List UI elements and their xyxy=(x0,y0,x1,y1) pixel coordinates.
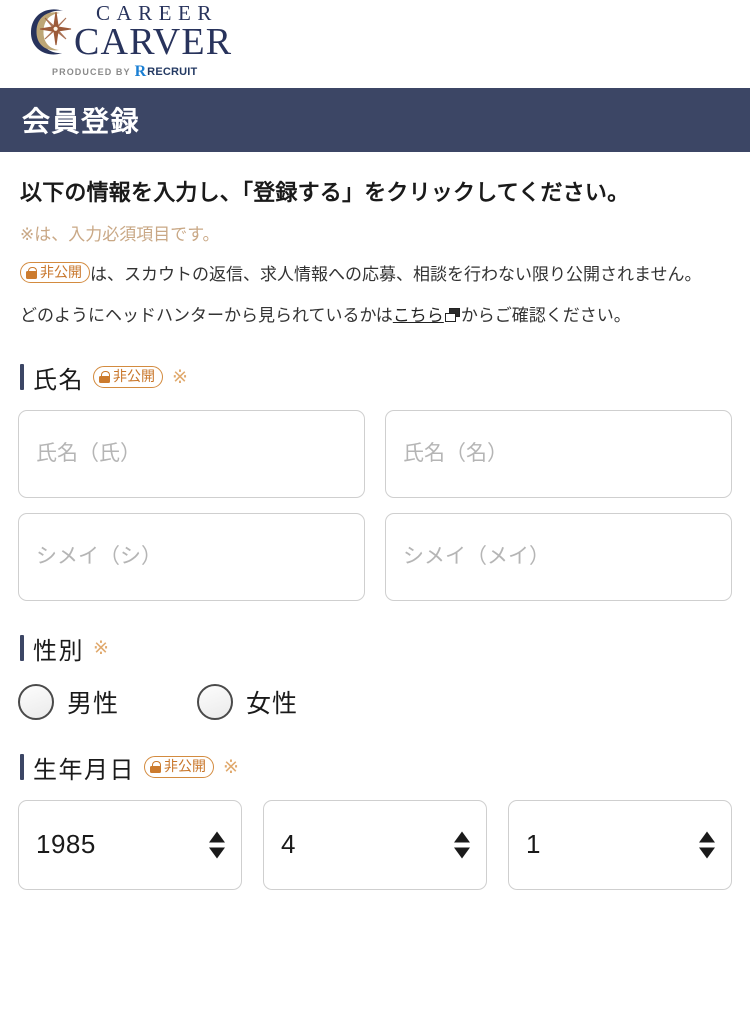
first-name-input[interactable] xyxy=(385,409,732,498)
section-label-birthdate: 生年月日 xyxy=(33,756,135,784)
page-title: 会員登録 xyxy=(22,106,141,137)
produced-by-recruit: PRODUCED BY R RECRUIT xyxy=(52,64,197,80)
section-header-birthdate: 生年月日 非公開 ※ xyxy=(20,750,732,785)
accent-bar xyxy=(20,754,24,781)
private-badge-label: 非公開 xyxy=(40,263,82,280)
arrow-up-icon[interactable] xyxy=(454,831,470,843)
accent-bar xyxy=(20,364,24,391)
spinner-arrows-icon[interactable] xyxy=(454,831,470,859)
arrow-down-icon[interactable] xyxy=(209,847,225,859)
section-label-name: 氏名 xyxy=(33,366,84,394)
name-kanji-row xyxy=(18,409,732,498)
external-link-icon xyxy=(444,308,460,323)
recruit-logo: R RECRUIT xyxy=(134,63,198,80)
headhunter-view-link[interactable]: こちら xyxy=(393,306,444,325)
birth-day-select[interactable]: 1 xyxy=(508,799,732,890)
section-label-gender: 性別 xyxy=(33,637,84,665)
privacy-note: 非公開 は、スカウトの返信、求人情報への応募、相談を行わない限り公開されません。 xyxy=(20,261,732,289)
birth-year-value: 1985 xyxy=(36,829,96,860)
gender-radio-group: 男性 女性 xyxy=(18,683,732,720)
accent-bar xyxy=(20,635,24,662)
brand-name-carver: CARVER xyxy=(74,21,233,63)
spinner-arrows-icon[interactable] xyxy=(699,831,715,859)
required-marker: ※ xyxy=(223,756,239,778)
lock-icon xyxy=(26,266,37,279)
headhunter-view-note: どのようにヘッドハンターから見られているかはこちら からご確認ください。 xyxy=(20,302,732,330)
name-kana-row xyxy=(18,512,732,601)
lock-icon xyxy=(99,371,110,384)
gender-option-male[interactable]: 男性 xyxy=(18,683,120,720)
recruit-r-icon: R xyxy=(134,63,147,80)
arrow-down-icon[interactable] xyxy=(699,847,715,859)
gender-option-female-label: 女性 xyxy=(246,689,299,718)
privacy-note-text: は、スカウトの返信、求人情報への応募、相談を行わない限り公開されません。 xyxy=(90,264,702,284)
arrow-up-icon[interactable] xyxy=(209,831,225,843)
private-badge: 非公開 xyxy=(20,261,90,284)
recruit-name: RECRUIT xyxy=(147,66,198,78)
section-header-name: 氏名 非公開 ※ xyxy=(20,360,732,395)
required-marker: ※ xyxy=(93,637,109,659)
spinner-arrows-icon[interactable] xyxy=(209,831,225,859)
private-badge: 非公開 xyxy=(144,756,214,778)
brand-logo[interactable]: CAREER CARVER PRODUCED BY R RECRUIT xyxy=(22,2,232,82)
birth-day-value: 1 xyxy=(526,829,541,860)
lock-icon xyxy=(150,761,161,774)
radio-circle-icon[interactable] xyxy=(197,683,234,720)
required-field-note: ※は、入力必須項目です。 xyxy=(20,224,220,244)
section-header-gender: 性別 ※ xyxy=(20,631,732,666)
registration-form: 以下の情報を入力し、「登録する」をクリックしてください。 ※は、入力必須項目です… xyxy=(0,178,750,890)
brand-wordmark: CAREER CARVER xyxy=(74,2,233,63)
last-name-kana-input[interactable] xyxy=(18,512,365,601)
required-marker: ※ xyxy=(172,366,188,388)
produced-by-label: PRODUCED BY xyxy=(52,67,131,77)
birth-month-select[interactable]: 4 xyxy=(263,799,487,890)
arrow-up-icon[interactable] xyxy=(699,831,715,843)
site-logo-header: CAREER CARVER PRODUCED BY R RECRUIT xyxy=(0,0,750,88)
private-badge-label: 非公開 xyxy=(113,368,155,385)
headhunter-note-prefix: どのようにヘッドハンターから見られているかは xyxy=(20,306,393,326)
private-badge: 非公開 xyxy=(93,366,163,388)
private-badge-label: 非公開 xyxy=(164,758,206,775)
first-name-kana-input[interactable] xyxy=(385,512,732,601)
birth-year-select[interactable]: 1985 xyxy=(18,799,242,890)
radio-circle-icon[interactable] xyxy=(18,683,54,720)
gender-option-male-label: 男性 xyxy=(67,689,120,718)
birth-month-value: 4 xyxy=(281,829,296,860)
last-name-input[interactable] xyxy=(18,409,365,498)
form-instruction: 以下の情報を入力し、「登録する」をクリックしてください。 xyxy=(20,180,630,205)
birthdate-select-row: 1985 4 1 xyxy=(18,799,732,890)
arrow-down-icon[interactable] xyxy=(454,847,470,859)
headhunter-note-suffix: からご確認ください。 xyxy=(460,306,631,326)
page-title-banner: 会員登録 xyxy=(0,88,750,152)
gender-option-female[interactable]: 女性 xyxy=(197,683,299,720)
